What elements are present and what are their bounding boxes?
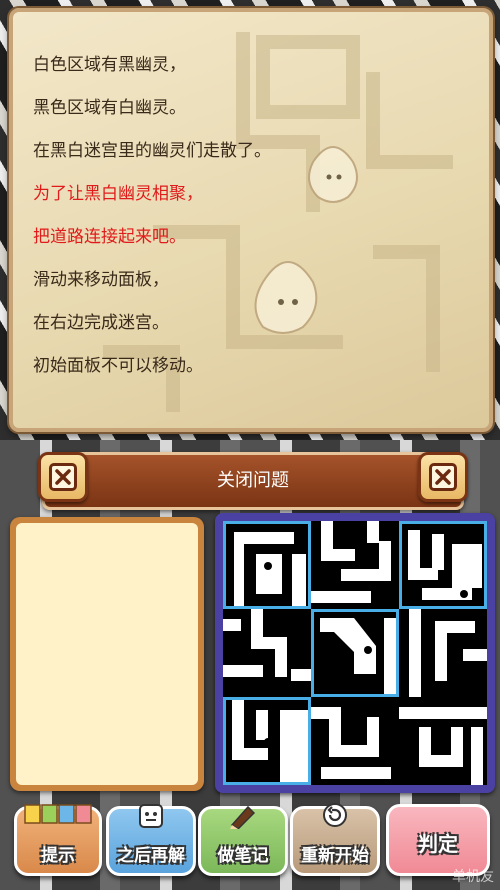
undo-arrow-icon: [323, 803, 347, 827]
close-icon-glyph: [435, 469, 451, 485]
judge-label: 判定: [418, 832, 458, 856]
face-icon: [139, 804, 163, 828]
hint-cards-icon: [24, 804, 92, 824]
story-line-highlight: 为了让黑白幽灵相聚，: [33, 184, 203, 204]
story-text: 白色区域有黑幽灵， 黑色区域有白幽灵。 在黑白迷宫里的幽灵们走散了。 为了让黑白…: [33, 44, 453, 388]
story-line: 黑色区域有白幽灵。: [33, 98, 186, 118]
maze-board: [215, 513, 495, 793]
close-problem-bar[interactable]: 关闭问题: [42, 452, 464, 510]
story-panel: 白色区域有黑幽灵， 黑色区域有白幽灵。 在黑白迷宫里的幽灵们走散了。 为了让黑白…: [9, 8, 493, 432]
story-line: 初始面板不可以移动。: [33, 356, 203, 376]
hint-button[interactable]: 提示: [14, 804, 102, 876]
story-line: 在右边完成迷宫。: [33, 313, 169, 333]
maze-tile-9[interactable]: [399, 697, 487, 785]
story-line: 白色区域有黑幽灵，: [33, 55, 186, 75]
close-problem-title: 关闭问题: [217, 470, 289, 491]
maze-tile-6[interactable]: [399, 609, 487, 697]
watermark: 单机友: [452, 869, 494, 885]
maze-tile-2[interactable]: [311, 521, 399, 609]
take-notes-label: 做笔记: [217, 846, 269, 866]
maze-grid: [223, 521, 487, 785]
restart-button[interactable]: 重新开始: [290, 803, 380, 876]
story-line: 在黑白迷宫里的幽灵们走散了。: [33, 141, 271, 161]
memo-area[interactable]: [16, 523, 198, 785]
restart-label: 重新开始: [301, 846, 369, 866]
take-notes-button[interactable]: 做笔记: [198, 805, 288, 876]
maze-tile-3[interactable]: [399, 521, 487, 609]
close-icon-glyph: [55, 469, 71, 485]
maze-tile-8[interactable]: [311, 697, 399, 785]
maze-tile-5[interactable]: [311, 609, 399, 697]
hint-label: 提示: [41, 846, 75, 866]
maze-tile-7[interactable]: [223, 697, 311, 785]
close-problem-button-left[interactable]: [38, 452, 88, 502]
maze-tile-1[interactable]: [223, 521, 311, 609]
close-problem-button-right[interactable]: [418, 452, 468, 502]
maze-tile-4[interactable]: [223, 609, 311, 697]
pencil-icon: [230, 805, 256, 829]
solve-later-button[interactable]: 之后再解: [106, 804, 196, 876]
solve-later-label: 之后再解: [117, 846, 185, 866]
memo-panel: [10, 517, 204, 791]
story-line-highlight: 把道路连接起来吧。: [33, 227, 186, 247]
story-line: 滑动来移动面板，: [33, 270, 169, 290]
